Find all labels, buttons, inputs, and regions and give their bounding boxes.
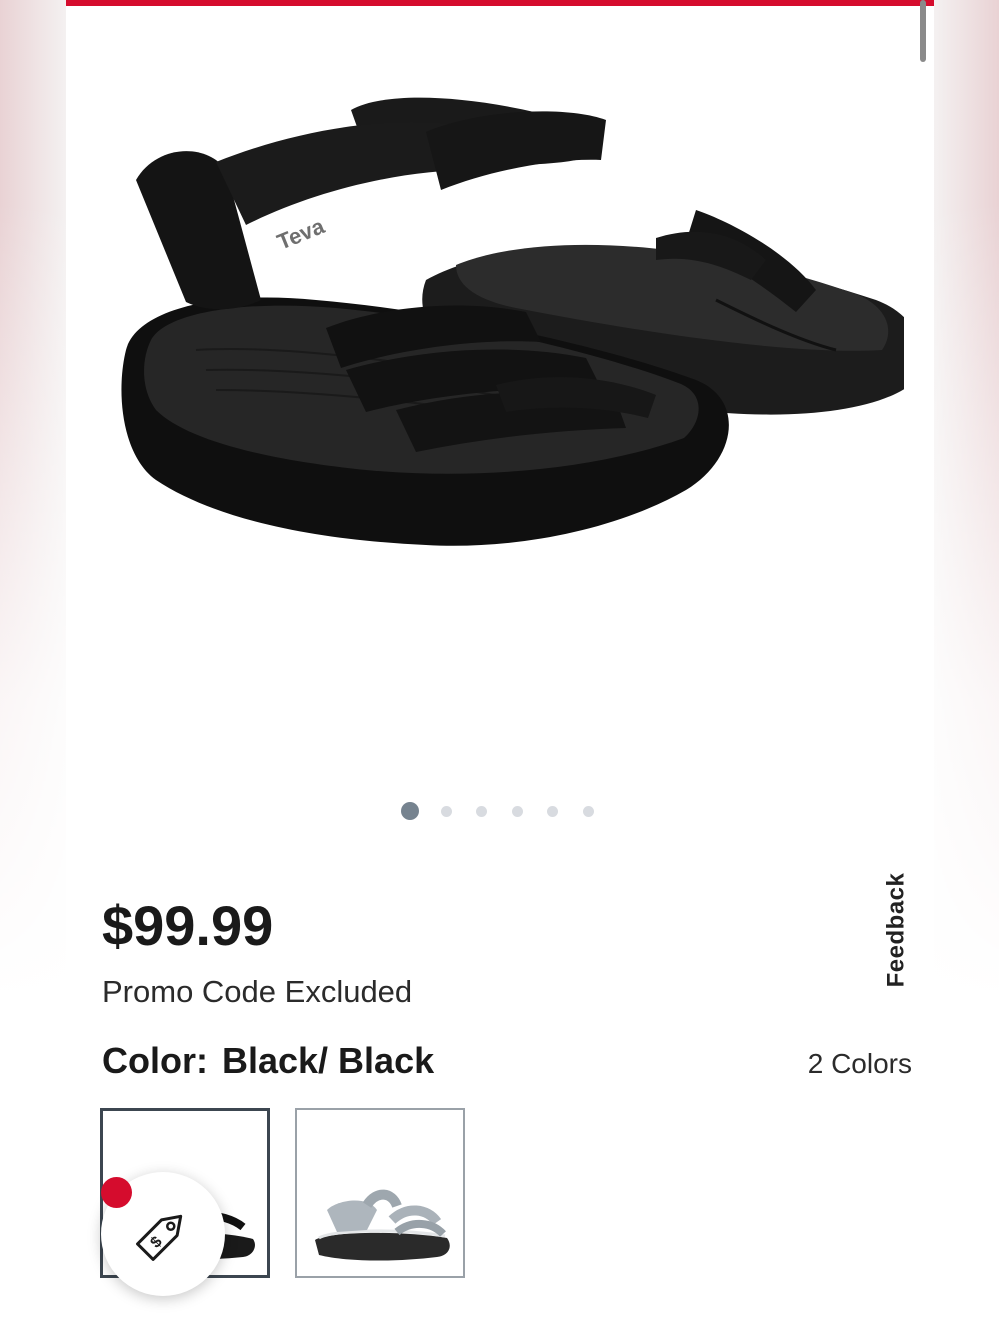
- color-swatch-grey[interactable]: [295, 1108, 465, 1278]
- feedback-label: Feedback: [882, 872, 909, 988]
- swatch-image-grey: [315, 1189, 450, 1261]
- carousel-dot-1[interactable]: [401, 802, 419, 820]
- top-accent-bar: [66, 0, 934, 6]
- color-value: Black/ Black: [221, 1040, 435, 1081]
- price-tag-icon: $: [136, 1214, 183, 1261]
- carousel-dot-6[interactable]: [583, 806, 594, 817]
- brand-logo: Teva: [274, 213, 329, 255]
- product-page: Teva Feedback $99.99 Promo Code Excluded…: [66, 0, 934, 1333]
- product-image: Teva: [121, 97, 904, 546]
- carousel-dot-3[interactable]: [476, 806, 487, 817]
- product-image-gallery[interactable]: Teva: [66, 40, 934, 760]
- carousel-dot-5[interactable]: [547, 806, 558, 817]
- color-count: 2 Colors: [807, 1048, 912, 1079]
- notification-dot: [101, 1177, 132, 1208]
- carousel-dot-2[interactable]: [441, 806, 452, 817]
- color-label: Color:: [102, 1040, 208, 1081]
- feedback-tab[interactable]: Feedback: [874, 862, 918, 998]
- carousel-dot-4[interactable]: [512, 806, 523, 817]
- promo-note: Promo Code Excluded: [102, 974, 413, 1009]
- product-price: $99.99: [102, 894, 274, 957]
- color-selection: Color: Black/ Black: [102, 1040, 434, 1082]
- carousel-indicator: [66, 801, 934, 821]
